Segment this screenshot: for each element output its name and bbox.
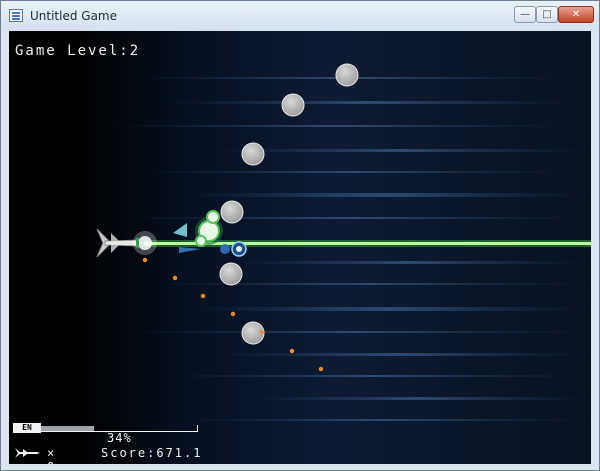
enemy-orbs [219,63,359,345]
energy-bar-cap [197,425,198,432]
score-display: Score:671.1 [101,446,203,460]
enemy-orb [281,93,305,117]
game-scene [96,63,591,421]
enemy-orb [241,142,265,166]
window-title: Untitled Game [30,9,118,23]
title-bar[interactable]: Untitled Game — □ ✕ [1,1,599,31]
close-button[interactable]: ✕ [558,6,594,23]
enemy-bullet [230,311,236,317]
game-window: Untitled Game — □ ✕ Game Level:2 EN 34% … [0,0,600,471]
maximize-button[interactable]: □ [536,6,558,23]
energy-percent: 34% [107,431,132,445]
player-ship-icon [96,228,157,258]
enemy-bullet [142,257,148,263]
game-canvas[interactable]: Game Level:2 EN 34% × 0 Score:671.1 [9,31,591,464]
energy-label: EN [13,423,41,433]
enemy-orb [220,200,244,224]
enemy-bullet [289,348,295,354]
game-level-label: Game Level:2 [15,43,141,59]
enemy-bullet [172,275,178,281]
enemy-bullet [318,366,324,372]
lives-count: × 0 [47,446,58,464]
ship-life-icon [15,448,40,458]
enemy-orb [335,63,359,87]
minimize-button[interactable]: — [514,6,536,23]
enemy-orb [219,262,243,286]
enemy-bullet [259,329,265,335]
app-icon [9,9,23,22]
enemy-bullet [200,293,206,299]
